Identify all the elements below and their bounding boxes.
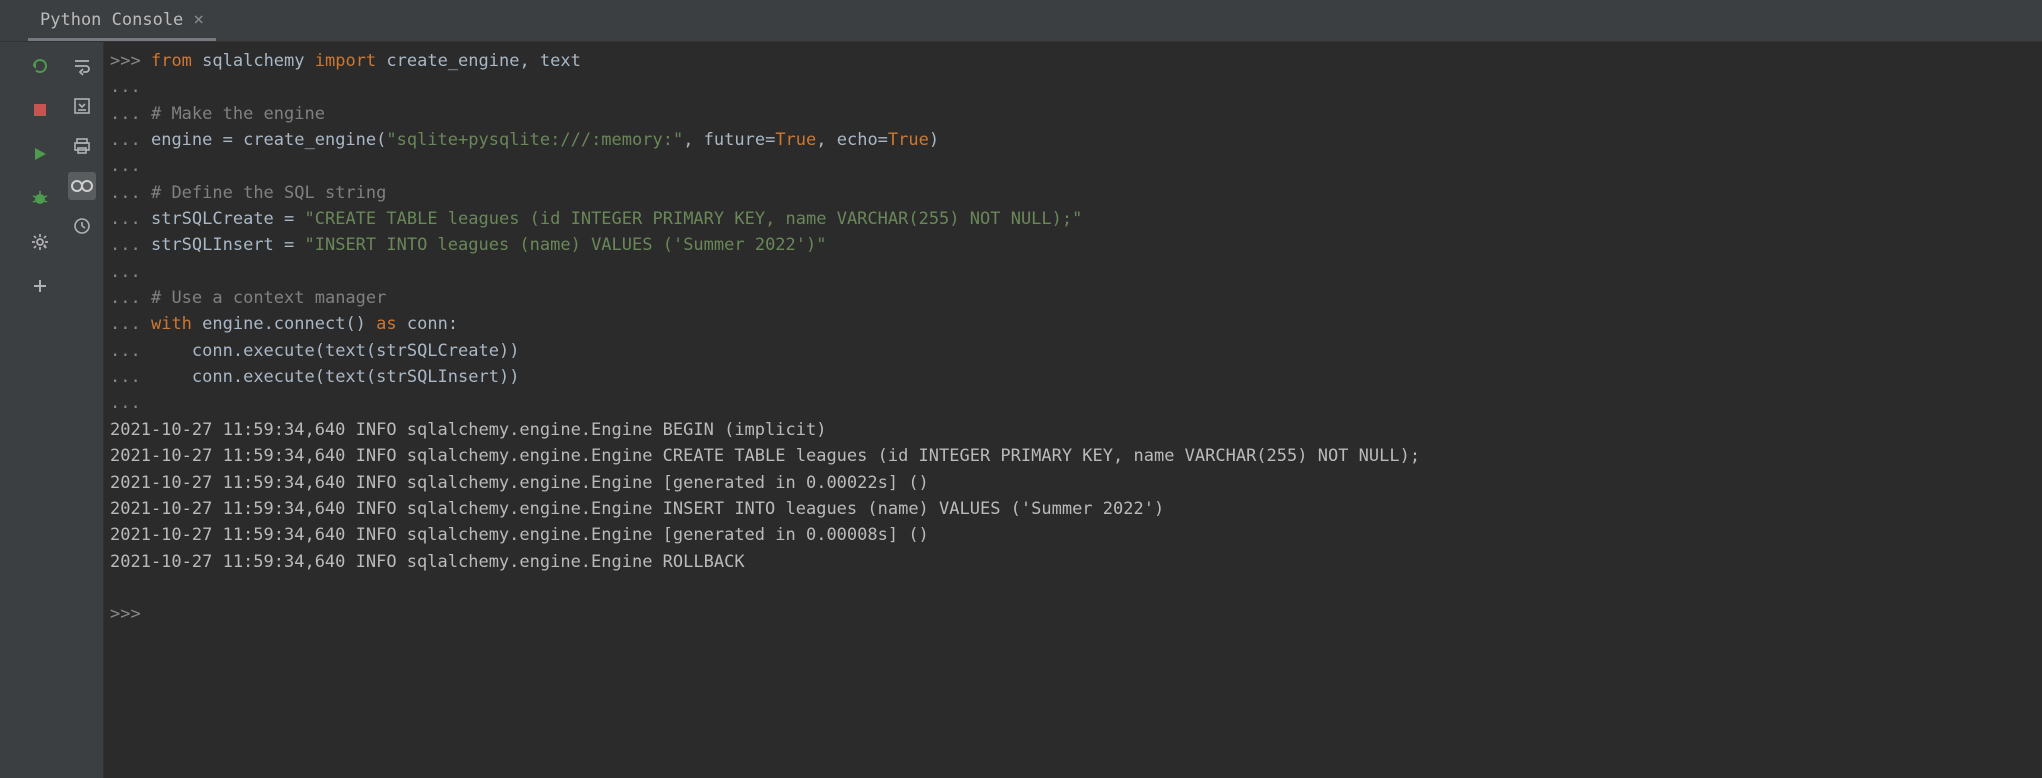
kw-with: with [151,314,192,334]
log-line: 2021-10-27 11:59:34,640 INFO sqlalchemy.… [110,496,2042,522]
debug-button[interactable] [26,184,54,212]
history-icon [72,216,92,236]
cont: ... [110,209,141,229]
softwrap-icon [72,56,92,76]
cont: ... [110,77,141,97]
prompt: >>> [110,51,141,71]
run-button[interactable] [26,140,54,168]
cont: ... [110,130,141,150]
close-icon[interactable]: × [193,9,204,30]
add-icon [31,277,49,295]
code: strSQLCreate = [151,209,305,229]
tab-bar: Python Console × [0,0,2042,42]
print-button[interactable] [68,132,96,160]
rerun-icon [30,56,50,76]
add-button[interactable] [26,272,54,300]
tab-title: Python Console [40,10,183,30]
code: , future= [683,130,775,150]
console-output[interactable]: >>> from sqlalchemy import create_engine… [104,42,2042,778]
comment: # Make the engine [151,104,325,124]
code: conn.execute(text(strSQLCreate)) [151,341,519,361]
code: conn.execute(text(strSQLInsert)) [151,367,519,387]
cont: ... [110,104,141,124]
history-button[interactable] [68,212,96,240]
code: strSQLInsert = [151,235,305,255]
string: "sqlite+pysqlite:///:memory:" [386,130,683,150]
bool: True [775,130,816,150]
tab-python-console[interactable]: Python Console × [28,1,216,41]
text: sqlalchemy [192,51,315,71]
cont: ... [110,314,141,334]
bool: True [888,130,929,150]
code: ) [929,130,939,150]
toolbar-column-2 [60,42,104,778]
rerun-button[interactable] [26,52,54,80]
log-line: 2021-10-27 11:59:34,640 INFO sqlalchemy.… [110,549,2042,575]
print-icon [72,136,92,156]
settings-button[interactable] [26,228,54,256]
softwrap-button[interactable] [68,52,96,80]
text: create_engine, text [376,51,581,71]
scroll-to-end-icon [72,96,92,116]
cont: ... [110,367,141,387]
log-line: 2021-10-27 11:59:34,640 INFO sqlalchemy.… [110,443,2042,469]
scroll-to-end-button[interactable] [68,92,96,120]
cont: ... [110,288,141,308]
kw-as: as [376,314,396,334]
log-line: 2021-10-27 11:59:34,640 INFO sqlalchemy.… [110,417,2042,443]
left-gutter: vorites [0,42,20,778]
run-icon [32,146,48,162]
debug-icon [30,188,50,208]
inspect-icon [70,178,94,194]
prompt: >>> [110,604,141,624]
cont: ... [110,341,141,361]
show-variables-button[interactable] [68,172,96,200]
kw-import: import [315,51,376,71]
stop-button[interactable] [26,96,54,124]
stop-icon [32,102,48,118]
code: , echo= [816,130,888,150]
comment: # Use a context manager [151,288,386,308]
string: "CREATE TABLE leagues (id INTEGER PRIMAR… [305,209,1083,229]
code: engine.connect() [192,314,376,334]
kw-from: from [151,51,192,71]
cont: ... [110,183,141,203]
log-line: 2021-10-27 11:59:34,640 INFO sqlalchemy.… [110,470,2042,496]
comment: # Define the SQL string [151,183,386,203]
cont: ... [110,393,141,413]
cont: ... [110,262,141,282]
cont: ... [110,156,141,176]
log-line: 2021-10-27 11:59:34,640 INFO sqlalchemy.… [110,522,2042,548]
code: conn: [397,314,458,334]
code: engine = create_engine( [151,130,386,150]
settings-icon [30,232,50,252]
toolbar-column-1 [20,42,60,778]
cont: ... [110,235,141,255]
string: "INSERT INTO leagues (name) VALUES ('Sum… [305,235,827,255]
